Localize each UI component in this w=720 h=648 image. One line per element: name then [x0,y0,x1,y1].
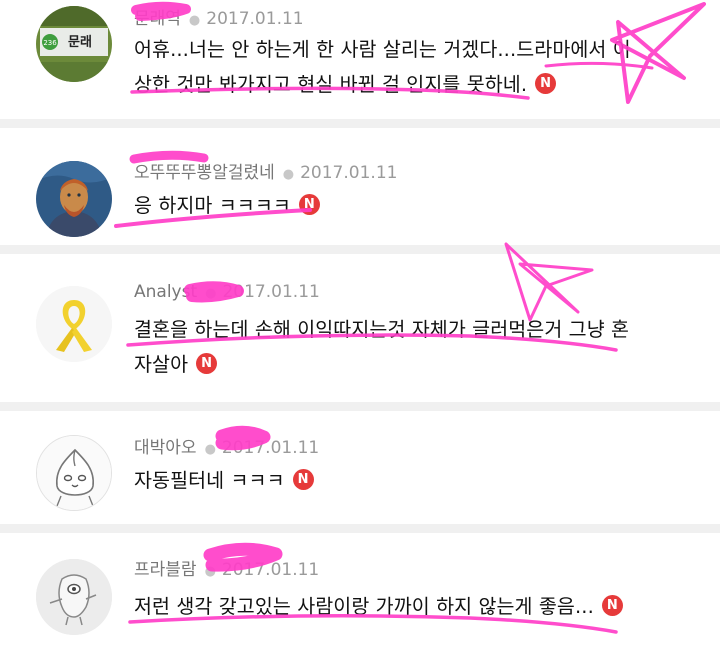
author-name[interactable]: 오뚜뚜뚜뽕알걸렸네 [134,163,275,183]
peach-character-icon [37,436,111,510]
comment-line: 상한 것만 봐가지고 현실 바뀐 걸 인지를 못하네. [134,73,528,96]
comment-item: Analyst ● 2017.01.11 결혼을 하는데 손해 이익따지는것 자체가… [0,254,720,402]
comment-meta: 문래역 ● 2017.01.11 [134,4,304,29]
comment-meta: 대박아오 ● 2017.01.11 [134,433,319,458]
author-name[interactable]: 대박아오 [134,438,197,458]
avatar[interactable] [36,435,112,511]
separator-dot: ● [188,13,201,28]
comment-line: 결혼을 하는데 손해 이익따지는것 자체가 글러먹은거 그냥 혼 [134,318,630,341]
new-badge: N [601,595,623,616]
comment-meta: Analyst ● 2017.01.11 [134,282,320,302]
separator-dot: ● [204,564,216,579]
station-sign-icon: 236 문래 [36,6,112,82]
comment-item: 프라블람 ● 2017.01.11 저런 생각 갖고있는 사람이랑 가까이 하지 않… [0,533,720,648]
new-badge: N [535,73,557,94]
divider [0,245,720,254]
separator-dot: ● [205,286,217,301]
comment-item: 대박아오 ● 2017.01.11 자동필터네 ㅋㅋㅋ N [0,411,720,524]
comment-line: 어휴...너는 안 하는게 한 사람 살리는 거겠다...드라마에서 이 [134,38,631,61]
new-badge: N [292,469,314,490]
comment-date: 2017.01.11 [221,438,320,458]
comment-line-with-badge: 자살아 N [134,347,629,382]
comment-text: 결혼을 하는데 손해 이익따지는것 자체가 글러먹은거 그냥 혼 자살아 N [134,312,629,382]
comment-meta: 오뚜뚜뚜뽕알걸렸네 ● 2017.01.11 [134,158,397,183]
painting-portrait-icon [36,161,112,237]
comment-date: 2017.01.11 [300,163,398,183]
avatar[interactable]: 236 문래 [36,6,112,82]
divider [0,119,720,128]
author-name[interactable]: 문래역 [134,9,181,29]
comment-line-with-badge: 저런 생각 갖고있는 사람이랑 가까이 하지 않는게 좋음... N [134,589,623,624]
comment-meta: 프라블람 ● 2017.01.11 [134,555,319,580]
comment-line-with-badge: 상한 것만 봐가지고 현실 바뀐 걸 인지를 못하네. N [134,67,631,102]
comment-date: 2017.01.11 [221,560,320,580]
author-name[interactable]: Analyst [134,282,197,302]
comment-text: 응 하지마 ㅋㅋㅋㅋ N [134,188,320,223]
new-badge: N [196,353,218,374]
separator-dot: ● [204,442,216,457]
comment-line: 자살아 [134,353,189,376]
alien-character-icon [36,559,112,635]
comment-item: 오뚜뚜뚜뽕알걸렸네 ● 2017.01.11 응 하지마 ㅋㅋㅋㅋ N [0,128,720,245]
comment-date: 2017.01.11 [206,9,304,29]
station-name: 문래 [68,35,92,50]
comment-date: 2017.01.11 [222,282,320,302]
comment-line: 응 하지마 ㅋㅋㅋㅋ [134,194,291,217]
divider [0,402,720,411]
divider [0,524,720,533]
comment-text: 자동필터네 ㅋㅋㅋ N [134,463,314,498]
comment-line-with-badge: 자동필터네 ㅋㅋㅋ N [134,463,314,498]
comment-item: 236 문래 문래역 ● 2017.01.11 어휴...너는 안 하는게 한 사람… [0,0,720,118]
comment-text: 어휴...너는 안 하는게 한 사람 살리는 거겠다...드라마에서 이 상한 … [134,32,631,102]
station-number: 236 [43,39,57,47]
comment-line: 자동필터네 ㅋㅋㅋ [134,469,285,492]
new-badge: N [298,194,320,215]
author-name[interactable]: 프라블람 [134,560,197,580]
avatar[interactable] [36,161,112,237]
avatar[interactable] [36,559,112,635]
avatar[interactable] [36,286,112,362]
comment-line-with-badge: 응 하지마 ㅋㅋㅋㅋ N [134,188,320,223]
separator-dot: ● [282,167,295,182]
comment-text: 저런 생각 갖고있는 사람이랑 가까이 하지 않는게 좋음... N [134,589,623,624]
yellow-ribbon-icon [36,286,112,362]
comment-line: 저런 생각 갖고있는 사람이랑 가까이 하지 않는게 좋음... [134,595,594,618]
